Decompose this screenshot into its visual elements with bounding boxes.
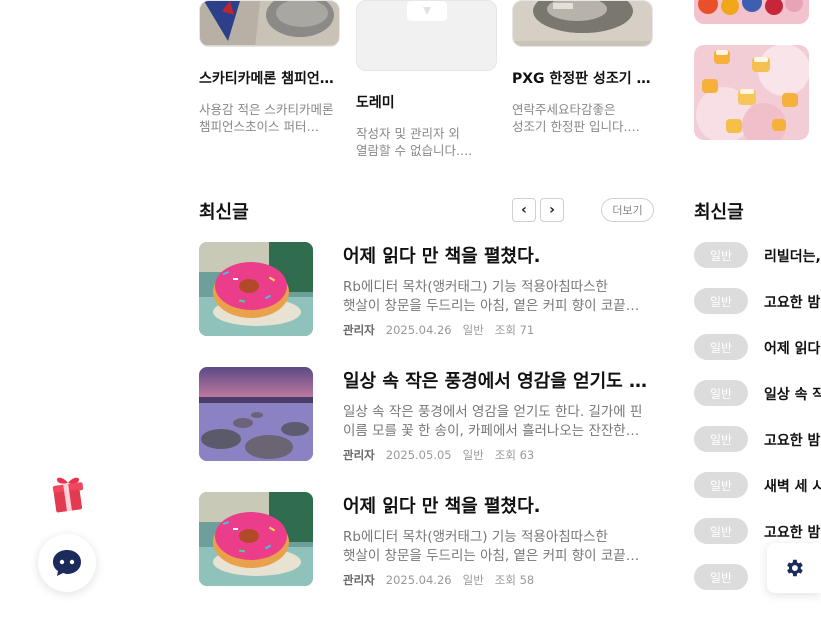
card-description-line: 연락주세요타감좋은 — [512, 102, 616, 117]
card-description-line: 작성자 및 관리자 외 — [356, 126, 460, 141]
post-views: 조회 71 — [494, 323, 535, 337]
card-thumbnail[interactable] — [199, 0, 340, 47]
post-excerpt-line: 일상 속 작은 풍경에서 영감을 얻기도 한다. 길가에 핀 — [343, 404, 643, 420]
post-excerpt-line: 햇살이 창문을 두드리는 아침, 옅은 커피 향이 코끝… — [343, 548, 640, 564]
post-date: 2025.05.05 — [385, 448, 452, 462]
gallery-card-2[interactable]: 도레미 작성자 및 관리자 외 열람할 수 없습니다.… — [356, 0, 502, 160]
post-author: 관리자 — [343, 448, 375, 462]
post-category: 일반 — [462, 573, 484, 587]
post-excerpt: 일상 속 작은 풍경에서 영감을 얻기도 한다. 길가에 핀 이름 모를 꽃 한… — [343, 403, 648, 441]
post-meta: 관리자 2025.04.26 일반 조회 71 — [343, 322, 545, 338]
card-title[interactable]: 도레미 — [356, 92, 502, 112]
sidebar-item-title[interactable]: 고요한 밤 — [764, 292, 820, 312]
post-views: 조회 63 — [494, 448, 535, 462]
category-badge: 일반 — [694, 334, 748, 360]
latest-section-title: 최신글 — [199, 202, 249, 223]
card-description: 작성자 및 관리자 외 열람할 수 없습니다.… — [356, 125, 502, 159]
post-category: 일반 — [462, 448, 484, 462]
gear-icon — [787, 559, 803, 577]
post-title[interactable]: 어제 읽다 만 책을 펼쳤다. — [343, 242, 654, 268]
category-badge: 일반 — [694, 288, 748, 314]
post-thumbnail[interactable] — [199, 367, 313, 461]
image-placeholder-icon — [407, 1, 447, 21]
prev-button[interactable]: ‹ — [512, 198, 536, 222]
card-description: 연락주세요타감좋은 성조기 한정판 입니다.… — [512, 101, 658, 135]
card-thumbnail[interactable] — [512, 0, 653, 47]
post-title[interactable]: 일상 속 작은 풍경에서 영감을 얻기도 … — [343, 367, 654, 393]
post-item[interactable]: 일상 속 작은 풍경에서 영감을 얻기도 … 일상 속 작은 풍경에서 영감을 … — [199, 367, 654, 463]
sidebar-item-title[interactable]: 고요한 밤 — [764, 522, 820, 542]
gallery-card-1[interactable]: 스카티카메론 챔피언… 사용감 적은 스카티카메론 챔피언스초이스 퍼터… — [199, 0, 345, 140]
card-description-line: 성조기 한정판 입니다.… — [512, 119, 640, 134]
post-thumbnail[interactable] — [199, 492, 313, 586]
next-button[interactable]: › — [540, 198, 564, 222]
post-excerpt-line: 햇살이 창문을 두드리는 아침, 옅은 커피 향이 코끝… — [343, 298, 640, 314]
card-description-line: 열람할 수 없습니다.… — [356, 143, 473, 158]
category-badge: 일반 — [694, 472, 748, 498]
post-meta: 관리자 2025.04.26 일반 조회 58 — [343, 572, 545, 588]
sidebar-latest-title: 최신글 — [694, 202, 744, 223]
sidebar-thumbnail[interactable] — [694, 0, 809, 24]
post-title[interactable]: 어제 읽다 만 책을 펼쳤다. — [343, 492, 654, 518]
category-badge: 일반 — [694, 380, 748, 406]
chat-button[interactable] — [38, 534, 96, 592]
post-excerpt-line: Rb에디터 목차(앵커태그) 기능 적용아침따스한 — [343, 279, 608, 295]
chat-bubble-icon — [53, 550, 81, 576]
sidebar-item-title[interactable]: 고요한 밤 — [764, 430, 820, 450]
post-date: 2025.04.26 — [385, 573, 452, 587]
post-excerpt-line: 이름 모를 꽃 한 송이, 카페에서 흘러나오는 잔잔한… — [343, 423, 640, 439]
category-badge: 일반 — [694, 518, 748, 544]
category-badge: 일반 — [694, 426, 748, 452]
post-author: 관리자 — [343, 323, 375, 337]
gift-icon[interactable] — [50, 473, 86, 513]
chevron-left-icon: ‹ — [521, 202, 527, 218]
chevron-right-icon: › — [549, 202, 555, 218]
post-excerpt: Rb에디터 목차(앵커태그) 기능 적용아침따스한 햇살이 창문을 두드리는 아… — [343, 528, 648, 566]
category-badge: 일반 — [694, 564, 748, 590]
post-date: 2025.04.26 — [385, 323, 452, 337]
settings-button[interactable] — [767, 543, 821, 593]
sidebar-item-title[interactable]: 새벽 세 시 — [764, 476, 821, 496]
post-item[interactable]: 어제 읽다 만 책을 펼쳤다. Rb에디터 목차(앵커태그) 기능 적용아침따스… — [199, 492, 654, 588]
post-author: 관리자 — [343, 573, 375, 587]
post-thumbnail[interactable] — [199, 242, 313, 336]
sidebar-item-title[interactable]: 리빌더는, — [764, 246, 821, 266]
post-excerpt: Rb에디터 목차(앵커태그) 기능 적용아침따스한 햇살이 창문을 두드리는 아… — [343, 278, 648, 316]
card-title[interactable]: PXG 한정판 성조기 … — [512, 68, 658, 88]
more-button[interactable]: 더보기 — [601, 198, 654, 222]
post-meta: 관리자 2025.05.05 일반 조회 63 — [343, 447, 545, 463]
post-category: 일반 — [462, 323, 484, 337]
card-thumbnail-placeholder[interactable] — [356, 0, 497, 71]
sidebar-thumbnail[interactable] — [694, 45, 809, 140]
card-title[interactable]: 스카티카메론 챔피언… — [199, 68, 345, 88]
card-description: 사용감 적은 스카티카메론 챔피언스초이스 퍼터… — [199, 101, 345, 135]
card-description-line: 챔피언스초이스 퍼터… — [199, 119, 319, 134]
post-item[interactable]: 어제 읽다 만 책을 펼쳤다. Rb에디터 목차(앵커태그) 기능 적용아침따스… — [199, 242, 654, 338]
gallery-card-3[interactable]: PXG 한정판 성조기 … 연락주세요타감좋은 성조기 한정판 입니다.… — [512, 0, 658, 140]
sidebar-item-title[interactable]: 일상 속 작 — [764, 384, 821, 404]
sidebar-item-title[interactable]: 어제 읽다 — [764, 338, 820, 358]
category-badge: 일반 — [694, 242, 748, 268]
card-description-line: 사용감 적은 스카티카메론 — [199, 102, 334, 117]
post-views: 조회 58 — [494, 573, 535, 587]
post-excerpt-line: Rb에디터 목차(앵커태그) 기능 적용아침따스한 — [343, 529, 608, 545]
